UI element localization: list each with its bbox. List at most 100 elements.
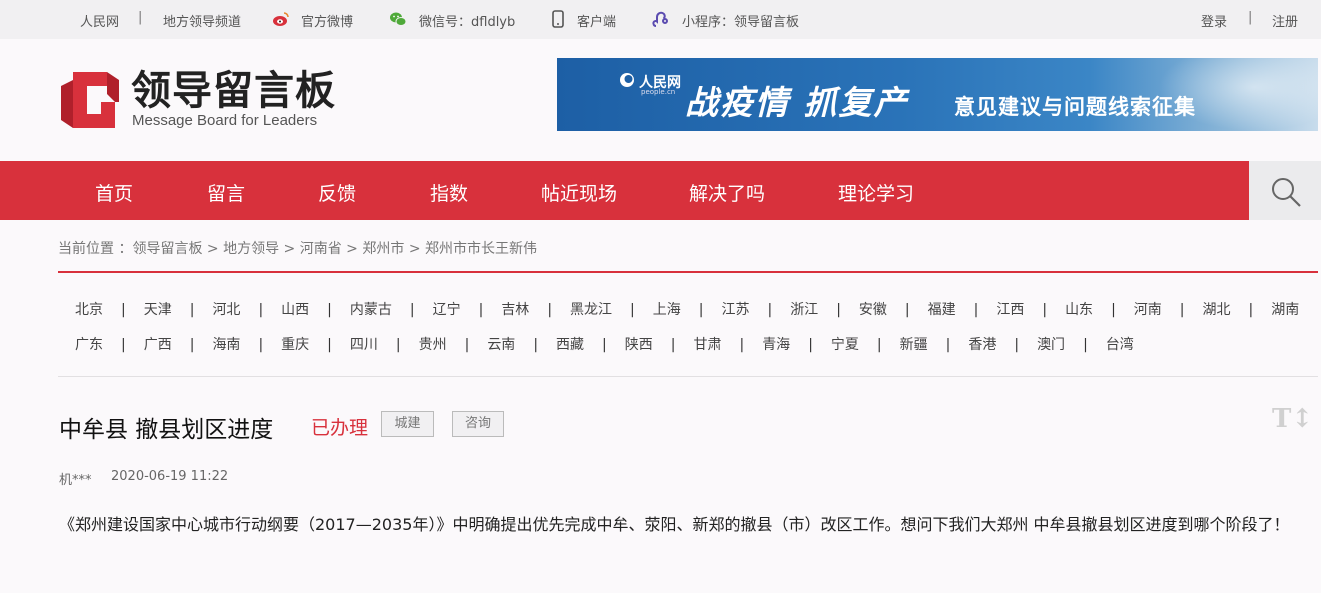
province-separator: |	[739, 337, 745, 353]
province-link[interactable]: 湖北	[1203, 302, 1231, 318]
people-daily-logo-icon	[620, 73, 634, 87]
province-separator: |	[478, 302, 484, 318]
province-link[interactable]: 宁夏	[831, 337, 859, 353]
province-separator: |	[1179, 302, 1185, 318]
search-icon	[1272, 178, 1301, 207]
province-separator: |	[189, 302, 195, 318]
official-weibo-link[interactable]: 官方微博	[301, 11, 353, 30]
tag-inquiry[interactable]: 咨询	[452, 411, 504, 437]
province-separator: |	[547, 302, 553, 318]
status-badge: 已办理	[311, 417, 369, 439]
province-link[interactable]: 河南	[1134, 302, 1162, 318]
province-link[interactable]: 贵州	[419, 337, 447, 353]
login-link[interactable]: 登录	[1201, 11, 1227, 30]
province-separator: |	[1014, 337, 1020, 353]
province-link[interactable]: 重庆	[281, 337, 309, 353]
breadcrumb-separator: >	[404, 241, 426, 257]
separator: |	[138, 10, 143, 25]
province-link[interactable]: 江西	[996, 302, 1024, 318]
province-link[interactable]: 安徽	[859, 302, 887, 318]
province-link[interactable]: 黑龙江	[570, 302, 612, 318]
mini-program-link[interactable]: 小程序：领导留言板	[682, 11, 799, 30]
breadcrumb: 当前位置 ：领导留言板 > 地方领导 > 河南省 > 郑州市 > 郑州市市长王新…	[58, 238, 537, 258]
province-link[interactable]: 广西	[144, 337, 172, 353]
post-datetime: 2020-06-19 11:22	[111, 469, 229, 484]
province-separator: |	[904, 302, 910, 318]
province-link[interactable]: 四川	[350, 337, 378, 353]
banner-headline: 战疫情 抓复产	[685, 83, 909, 122]
province-link[interactable]: 陕西	[625, 337, 653, 353]
province-separator: |	[327, 337, 332, 353]
province-link[interactable]: 甘肃	[693, 337, 721, 353]
wechat-account-label[interactable]: 微信号：dfldlyb	[419, 11, 515, 30]
province-separator: |	[945, 337, 951, 353]
post-content: 《郑州建设国家中心城市行动纲要（2017—2035年）》中明确提出优先完成中牟、…	[59, 515, 1290, 534]
breadcrumb-item-message-board[interactable]: 领导留言板	[132, 241, 202, 257]
province-link[interactable]: 山东	[1065, 302, 1093, 318]
province-link[interactable]: 青海	[762, 337, 790, 353]
province-link[interactable]: 上海	[653, 302, 681, 318]
nav-message[interactable]: 留言	[207, 179, 245, 206]
province-link[interactable]: 云南	[487, 337, 515, 353]
register-link[interactable]: 注册	[1272, 11, 1298, 30]
campaign-banner[interactable]: 人民网 people.cn 战疫情 抓复产 意见建议与问题线索征集	[557, 58, 1318, 131]
province-link[interactable]: 浙江	[790, 302, 818, 318]
province-link[interactable]: 广东	[75, 337, 103, 353]
breadcrumb-prefix: 当前位置 ：	[58, 241, 133, 257]
province-link[interactable]: 内蒙古	[350, 302, 392, 318]
font-size-toggle-icon[interactable]: T↕	[1272, 404, 1313, 434]
province-separator: |	[836, 302, 841, 318]
province-link[interactable]: 吉林	[501, 302, 529, 318]
province-link[interactable]: 新疆	[900, 337, 928, 353]
local-leaders-channel-link[interactable]: 地方领导频道	[163, 11, 241, 30]
breadcrumb-separator: >	[341, 241, 363, 257]
province-separator: |	[973, 302, 979, 318]
nav-home[interactable]: 首页	[95, 179, 133, 206]
nav-resolved[interactable]: 解决了吗	[689, 179, 765, 206]
province-link[interactable]: 海南	[212, 337, 240, 353]
province-separator: |	[533, 337, 539, 353]
province-separator: |	[258, 302, 264, 318]
mini-program-icon[interactable]	[652, 10, 670, 28]
province-separator: |	[808, 337, 813, 353]
breadcrumb-item-henan[interactable]: 河南省	[300, 241, 342, 257]
mobile-phone-icon[interactable]	[549, 10, 567, 28]
wechat-icon[interactable]	[389, 10, 407, 28]
province-link[interactable]: 福建	[928, 302, 956, 318]
province-link[interactable]: 西藏	[556, 337, 584, 353]
breadcrumb-item-local-leaders[interactable]: 地方领导	[223, 241, 279, 257]
nav-feedback[interactable]: 反馈	[318, 179, 356, 206]
province-link[interactable]: 香港	[968, 337, 996, 353]
province-link[interactable]: 江苏	[721, 302, 749, 318]
people-net-link[interactable]: 人民网	[80, 11, 119, 30]
province-separator: |	[1248, 302, 1254, 318]
province-separator: |	[327, 302, 332, 318]
province-link[interactable]: 澳门	[1037, 337, 1065, 353]
province-link[interactable]: 山西	[281, 302, 309, 318]
province-link[interactable]: 北京	[75, 302, 103, 318]
site-logo-icon[interactable]	[61, 72, 119, 128]
province-link[interactable]: 河北	[212, 302, 240, 318]
province-link[interactable]: 辽宁	[433, 302, 461, 318]
province-separator: |	[409, 302, 415, 318]
province-separator: |	[121, 337, 126, 353]
tag-urban-construction[interactable]: 城建	[381, 411, 434, 437]
province-link[interactable]: 台湾	[1106, 337, 1134, 353]
nav-index[interactable]: 指数	[430, 179, 468, 206]
site-logo-title: 领导留言板	[131, 68, 336, 114]
province-separator: |	[1083, 337, 1088, 353]
weibo-icon[interactable]	[272, 10, 290, 28]
province-link[interactable]: 天津	[144, 302, 172, 318]
province-link[interactable]: 湖南	[1271, 302, 1299, 318]
client-app-link[interactable]: 客户端	[577, 11, 616, 30]
separator: |	[1248, 10, 1253, 25]
province-separator: |	[1111, 302, 1116, 318]
breadcrumb-item-mayor[interactable]: 郑州市市长王新伟	[425, 241, 537, 257]
province-separator: |	[670, 337, 676, 353]
breadcrumb-item-zhengzhou[interactable]: 郑州市	[362, 241, 404, 257]
nav-on-site[interactable]: 帖近现场	[541, 179, 617, 206]
nav-theory-study[interactable]: 理论学习	[838, 179, 914, 206]
search-button[interactable]	[1249, 161, 1321, 220]
province-separator: |	[602, 337, 607, 353]
top-bar: 人民网 | 地方领导频道 官方微博 微信号：dfldlyb 客户端 小程序：领导…	[0, 0, 1321, 39]
